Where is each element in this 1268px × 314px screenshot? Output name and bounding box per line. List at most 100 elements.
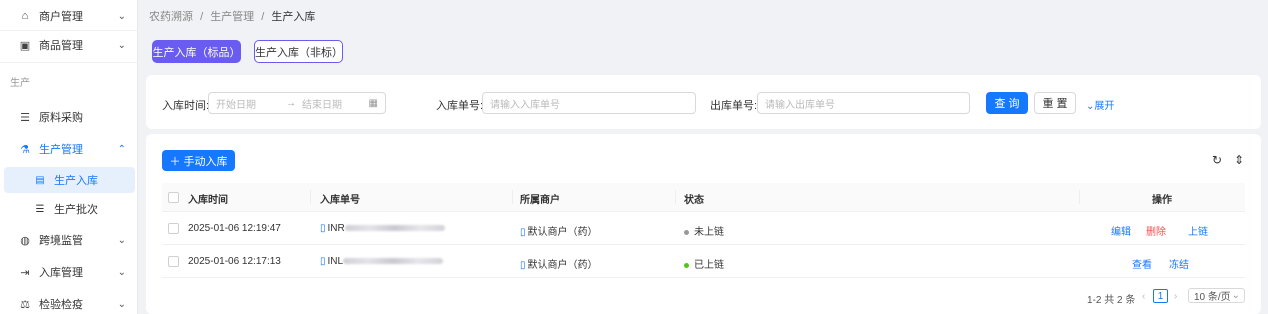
calendar-icon: ▦ [368, 97, 378, 109]
cell-status: 未上链 [684, 223, 724, 238]
merchant-name: 默认商户（药） [527, 227, 598, 238]
copy-icon[interactable]: ▯ [320, 223, 326, 234]
status-text: 未上链 [694, 227, 724, 238]
expand-link[interactable]: ⌄展开 [1086, 97, 1114, 112]
breadcrumb-separator: / [261, 11, 265, 23]
cell-in-no[interactable]: ▯ INR [320, 223, 445, 234]
breadcrumb-current: 生产入库 [271, 11, 316, 23]
manual-inbound-button[interactable]: ＋ 手动入库 [162, 150, 235, 171]
row-checkbox[interactable] [168, 223, 179, 234]
expand-label: 展开 [1094, 101, 1115, 112]
sidebar-item-label: 商品管理 [39, 40, 83, 52]
time-label: 入库时间: [162, 100, 210, 112]
sidebar-item-raw-purchase[interactable]: ☰ 原料采购 [0, 101, 138, 133]
copy-icon[interactable]: ▯ [520, 260, 526, 271]
prev-page-button[interactable]: ‹ [1142, 291, 1145, 302]
redacted-number [343, 258, 444, 265]
sidebar-item-production[interactable]: ⚗ 生产管理 ⌃ [0, 133, 138, 165]
chevron-down-icon: ⌄ [117, 39, 126, 51]
sidebar-item-label: 跨境监管 [39, 235, 83, 247]
sidebar-item-inbound[interactable]: ⇥ 入库管理 ⌄ [0, 256, 138, 288]
login-icon: ⇥ [20, 266, 30, 279]
select-all-checkbox[interactable] [168, 192, 179, 203]
sidebar-item-label: 商户管理 [39, 11, 83, 23]
cell-merchant: ▯ 默认商户（药） [520, 256, 598, 271]
out-no-input[interactable]: 请输入出库单号 [757, 92, 970, 114]
edit-link[interactable]: 编辑 [1111, 223, 1131, 238]
sidebar-item-label: 入库管理 [39, 267, 83, 279]
tab-nonstandard[interactable]: 生产入库（非标） [254, 40, 343, 63]
redacted-number [344, 225, 445, 232]
out-no-label: 出库单号: [710, 100, 758, 112]
flask-icon: ⚗ [20, 143, 30, 156]
chevron-down-icon: ⌄ [117, 10, 126, 22]
sidebar-item-label: 检验检疫 [39, 299, 83, 311]
end-date-placeholder[interactable]: 结束日期 [302, 96, 342, 111]
sidebar-item-goods[interactable]: ▣ 商品管理 ⌄ [0, 29, 138, 61]
cell-time: 2025-01-06 12:17:13 [188, 256, 281, 267]
out-no-placeholder: 请输入出库单号 [765, 99, 835, 111]
list-icon: ☰ [20, 111, 30, 124]
column-header-in-no: 入库单号 [320, 195, 360, 206]
copy-icon[interactable]: ▯ [520, 227, 526, 238]
pagination-summary: 1-2 共 2 条 [1087, 295, 1136, 306]
image-icon: ▣ [19, 39, 31, 52]
row-checkbox[interactable] [168, 256, 179, 267]
sidebar-item-cross-border[interactable]: ◍ 跨境监管 ⌄ [0, 224, 138, 256]
breadcrumb: 农药溯源 / 生产管理 / 生产入库 [149, 8, 319, 24]
date-range-picker[interactable]: 开始日期 → 结束日期 ▦ [208, 92, 386, 114]
view-link[interactable]: 查看 [1132, 256, 1152, 271]
tab-standard[interactable]: 生产入库（标品） [152, 40, 241, 63]
experiment-icon: ⚖ [20, 298, 30, 311]
sidebar-item-merchant[interactable]: ⌂ 商户管理 ⌄ [0, 0, 138, 32]
divider [0, 62, 138, 63]
in-no-placeholder: 请输入入库单号 [490, 99, 560, 111]
column-header-merchant: 所属商户 [520, 195, 560, 206]
freeze-link[interactable]: 冻结 [1169, 256, 1189, 271]
list-icon: ☰ [35, 203, 45, 215]
sidebar-subitem-production-inbound[interactable]: ▤ 生产入库 [4, 167, 135, 193]
in-no-prefix: INR [327, 223, 345, 234]
nav-group-label: 生产 [10, 78, 30, 89]
chevron-down-icon: ⌄ [1231, 290, 1240, 301]
bank-icon: ⌂ [21, 10, 29, 22]
copy-icon[interactable]: ▯ [320, 256, 326, 267]
sidebar-item-label: 生产管理 [39, 144, 83, 156]
breadcrumb-item[interactable]: 生产管理 [210, 11, 254, 23]
delete-link[interactable]: 删除 [1146, 223, 1166, 238]
globe-icon: ◍ [20, 234, 30, 247]
column-header-time: 入库时间 [188, 195, 228, 206]
file-icon: ▤ [35, 174, 45, 186]
status-text: 已上链 [694, 260, 724, 271]
chain-up-link[interactable]: 上链 [1188, 223, 1208, 238]
query-button[interactable]: 查 询 [986, 92, 1028, 114]
table-row: 2025-01-06 12:19:47 ▯ INR ▯ 默认商户（药） 未上链 编辑… [162, 213, 1245, 245]
merchant-name: 默认商户（药） [527, 260, 598, 271]
chevron-down-icon: ⌄ [117, 234, 126, 246]
cell-in-no[interactable]: ▯ INL [320, 256, 444, 267]
page-size-select[interactable]: 10 条/页 ⌄ [1188, 288, 1245, 303]
reset-button[interactable]: 重 置 [1034, 92, 1076, 114]
table-header: 入库时间 入库单号 所属商户 状态 操作 [162, 183, 1245, 212]
status-dot [684, 262, 689, 268]
cell-status: 已上链 [684, 256, 724, 271]
cell-merchant: ▯ 默认商户（药） [520, 223, 598, 238]
page-number-current[interactable]: 1 [1153, 289, 1168, 303]
breadcrumb-item[interactable]: 农药溯源 [149, 11, 193, 23]
sidebar-item-inspection[interactable]: ⚖ 检验检疫 ⌄ [0, 288, 138, 314]
table-panel: ＋ 手动入库 ↻ ⇕ 入库时间 入库单号 所属商户 状态 操作 2025-01-… [146, 134, 1261, 314]
start-date-placeholder[interactable]: 开始日期 [216, 96, 256, 111]
status-dot [684, 229, 689, 235]
column-separator [512, 190, 513, 204]
sidebar-item-label: 生产入库 [54, 175, 98, 187]
reload-icon[interactable]: ↻ [1212, 153, 1222, 167]
column-separator [1079, 190, 1080, 204]
in-no-input[interactable]: 请输入入库单号 [482, 92, 696, 114]
in-no-prefix: INL [327, 256, 344, 267]
next-page-button[interactable]: › [1174, 291, 1177, 302]
breadcrumb-separator: / [200, 11, 204, 23]
chevron-down-icon: ⌄ [117, 266, 126, 278]
sidebar-subitem-production-batch[interactable]: ☰ 生产批次 [4, 196, 135, 222]
chevron-up-icon: ⌃ [117, 143, 126, 155]
column-height-icon[interactable]: ⇕ [1234, 153, 1244, 167]
